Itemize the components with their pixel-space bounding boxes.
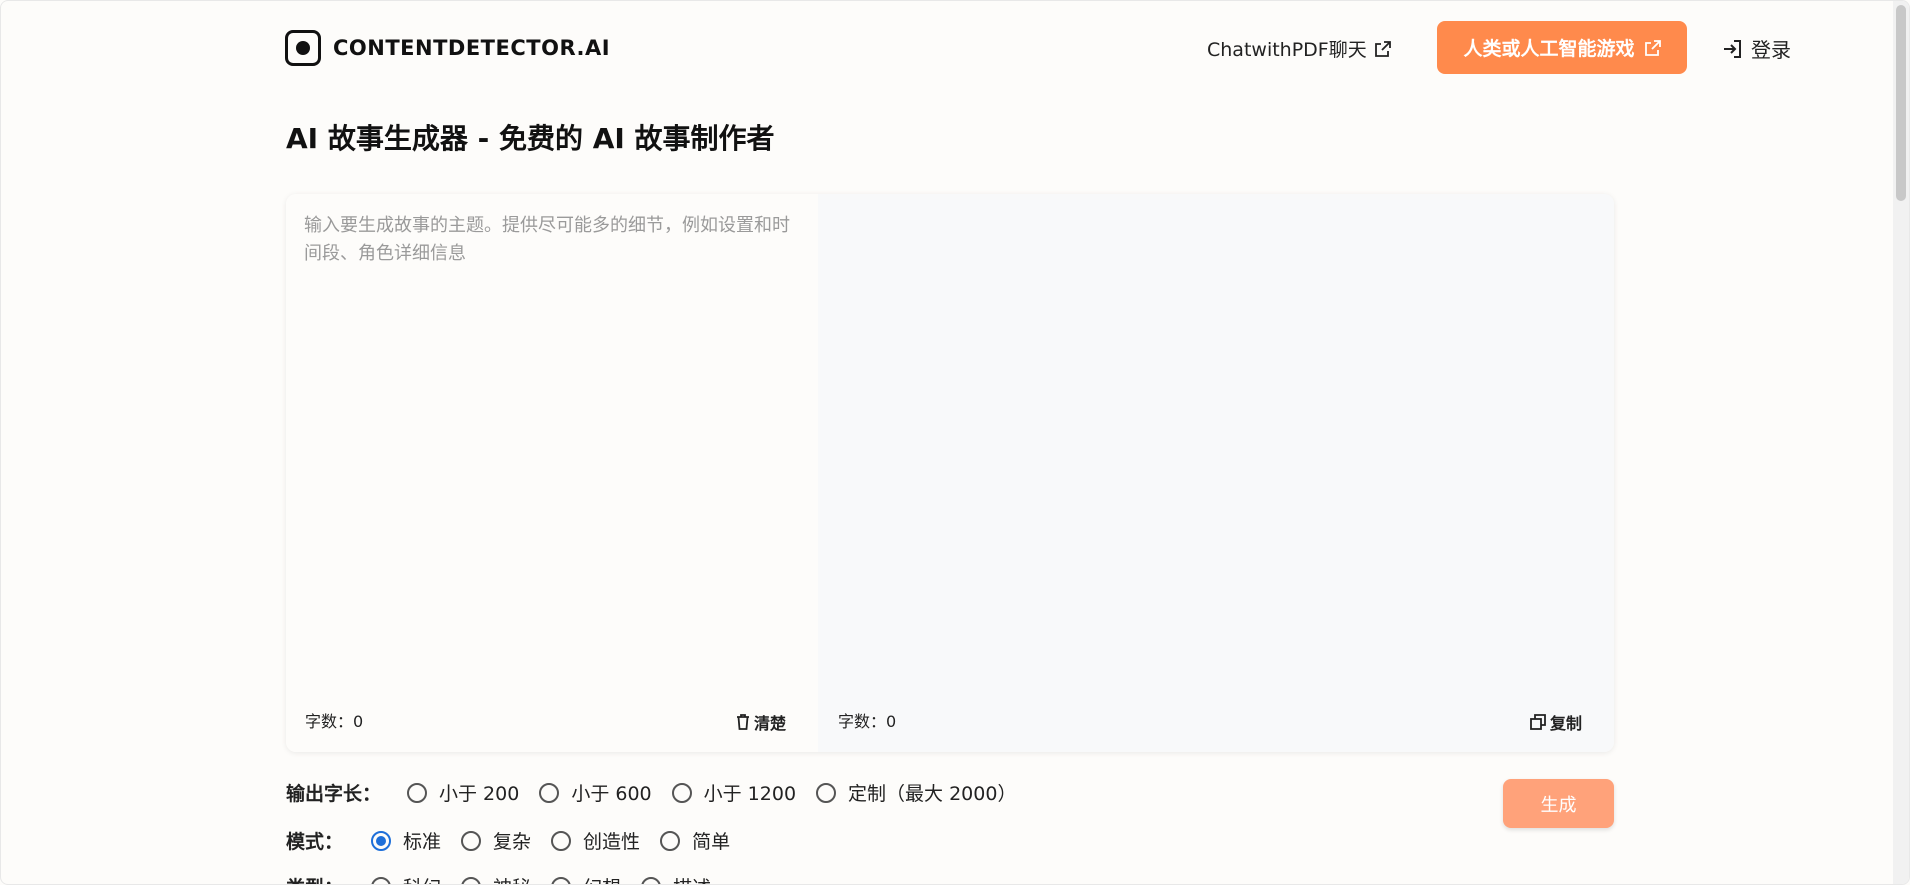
genre-options: 类型： 科幻 神秘 幻想 描述 xyxy=(286,873,731,884)
login-button[interactable]: 登录 xyxy=(1723,34,1791,63)
output-word-count: 字数：0 xyxy=(838,712,897,731)
radio-button[interactable] xyxy=(551,876,572,884)
radio-button[interactable] xyxy=(671,782,692,803)
radio-button-selected[interactable] xyxy=(371,830,392,851)
game-button-label: 人类或人工智能游戏 xyxy=(1463,38,1635,60)
radio-button[interactable] xyxy=(816,782,837,803)
mode-options: 模式： 标准 复杂 创造性 简单 xyxy=(286,827,750,854)
input-word-count: 字数：0 xyxy=(305,712,364,731)
login-icon xyxy=(1724,39,1741,58)
logo-icon xyxy=(285,30,321,66)
login-label: 登录 xyxy=(1751,38,1791,62)
copy-button[interactable]: 复制 xyxy=(1530,710,1582,734)
genre-option-fantasy[interactable]: 幻想 xyxy=(551,873,621,884)
brand-logo[interactable]: CONTENTDETECTOR.AI xyxy=(285,30,610,66)
radio-button[interactable] xyxy=(551,830,572,851)
input-pane: 字数：0 清楚 xyxy=(286,194,818,752)
story-topic-input[interactable] xyxy=(304,212,794,692)
header: CONTENTDETECTOR.AI ChatwithPDF聊天 人类或人工智能… xyxy=(285,1,1797,85)
brand-name: CONTENTDETECTOR.AI xyxy=(333,36,611,60)
length-option-200[interactable]: 小于 200 xyxy=(407,779,519,806)
mode-option-simple[interactable]: 简单 xyxy=(660,827,730,854)
radio-button[interactable] xyxy=(641,876,662,884)
human-or-ai-game-button[interactable]: 人类或人工智能游戏 xyxy=(1437,21,1687,74)
length-option-1200[interactable]: 小于 1200 xyxy=(671,779,796,806)
generate-button[interactable]: 生成 xyxy=(1503,779,1614,828)
length-option-600[interactable]: 小于 600 xyxy=(539,779,652,806)
length-option-custom[interactable]: 定制（最大 2000） xyxy=(816,779,1016,806)
copy-label: 复制 xyxy=(1549,714,1582,733)
radio-button[interactable] xyxy=(539,782,560,803)
radio-button[interactable] xyxy=(371,876,392,884)
genre-option-mystery[interactable]: 神秘 xyxy=(461,873,531,884)
external-link-icon xyxy=(1374,40,1391,57)
output-pane: 字数：0 复制 xyxy=(818,194,1614,752)
mode-option-creative[interactable]: 创造性 xyxy=(551,827,640,854)
length-label: 输出字长： xyxy=(286,783,382,805)
radio-button[interactable] xyxy=(461,830,482,851)
scrollbar-thumb[interactable] xyxy=(1896,5,1906,201)
genre-label: 类型： xyxy=(286,873,343,884)
mode-option-standard[interactable]: 标准 xyxy=(371,827,441,854)
clear-label: 清楚 xyxy=(753,714,786,733)
copy-icon xyxy=(1530,714,1546,730)
radio-button[interactable] xyxy=(461,876,482,884)
mode-option-complex[interactable]: 复杂 xyxy=(461,827,531,854)
page-scrollbar[interactable] xyxy=(1893,1,1909,884)
genre-option-descriptive[interactable]: 描述 xyxy=(641,873,711,884)
external-link-icon xyxy=(1644,39,1661,56)
mode-label: 模式： xyxy=(286,831,344,853)
genre-option-scifi[interactable]: 科幻 xyxy=(371,873,441,884)
radio-button[interactable] xyxy=(407,782,428,803)
page-title: AI 故事生成器 - 免费的 AI 故事制作者 xyxy=(286,122,775,155)
radio-button[interactable] xyxy=(660,830,681,851)
chat-pdf-label: ChatwithPDF聊天 xyxy=(1207,39,1367,61)
trash-icon xyxy=(736,714,749,730)
output-length-options: 输出字长： 小于 200 小于 600 小于 1200 定制（最大 2000） xyxy=(286,779,1036,806)
story-editor: 字数：0 清楚 字数：0 复制 xyxy=(286,194,1614,752)
clear-button[interactable]: 清楚 xyxy=(736,710,786,734)
chat-pdf-link[interactable]: ChatwithPDF聊天 xyxy=(1207,35,1391,62)
app-window: CONTENTDETECTOR.AI ChatwithPDF聊天 人类或人工智能… xyxy=(0,0,1910,885)
